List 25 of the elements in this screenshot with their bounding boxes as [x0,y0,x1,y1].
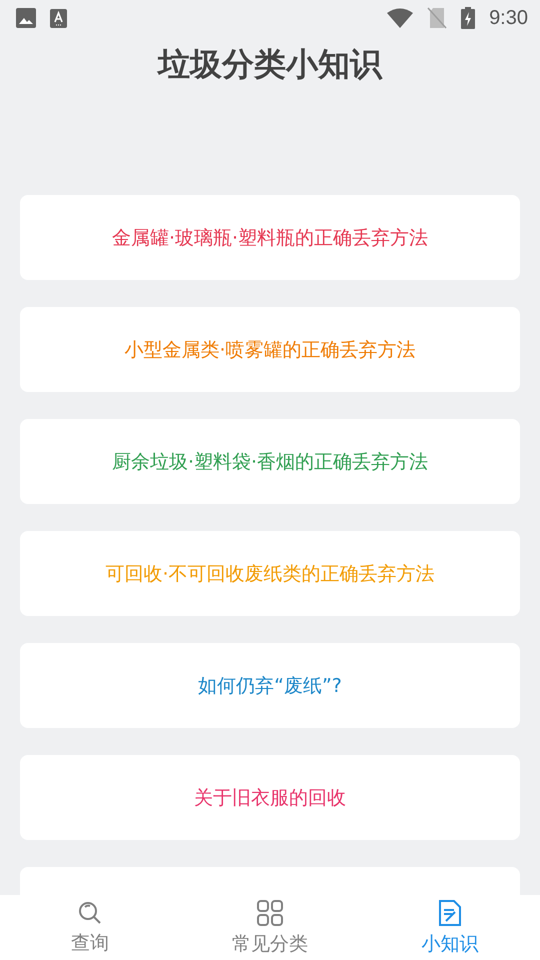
wifi-icon [387,8,414,28]
no-sim-icon [427,7,448,29]
nav-tab[interactable]: 查询 [0,895,180,960]
search-icon [77,900,103,926]
article-title: 厨余垃圾·塑料袋·香烟的正确丢弃方法 [112,450,428,474]
nav-tab[interactable]: 常见分类 [180,895,360,960]
article-card[interactable]: 厨余垃圾·塑料袋·香烟的正确丢弃方法 [20,419,520,504]
status-time: 9:30 [489,6,528,30]
article-card[interactable]: 金属罐·玻璃瓶·塑料瓶的正确丢弃方法 [20,195,520,280]
battery-charging-icon [461,7,476,29]
document-icon [438,898,462,926]
article-title: 金属罐·玻璃瓶·塑料瓶的正确丢弃方法 [112,226,428,250]
article-card[interactable]: 关于旧衣服的回收 [20,755,520,840]
article-title: 关于旧衣服的回收 [194,786,346,810]
font-icon [50,8,67,28]
grid-icon [256,898,284,926]
article-title: 可回收·不可回收废纸类的正确丢弃方法 [105,562,435,586]
article-card[interactable]: 小型金属类·喷雾罐的正确丢弃方法 [20,307,520,392]
article-title: 小型金属类·喷雾罐的正确丢弃方法 [124,338,416,362]
article-title: 如何仍弃“废纸”? [198,674,342,698]
article-card[interactable]: 可回收·不可回收废纸类的正确丢弃方法 [20,531,520,616]
image-icon [16,8,36,28]
article-card[interactable]: 如何仍弃“废纸”? [20,643,520,728]
page-title: 垃圾分类小知识 [158,44,382,85]
nav-tab[interactable]: 小知识 [360,895,540,960]
